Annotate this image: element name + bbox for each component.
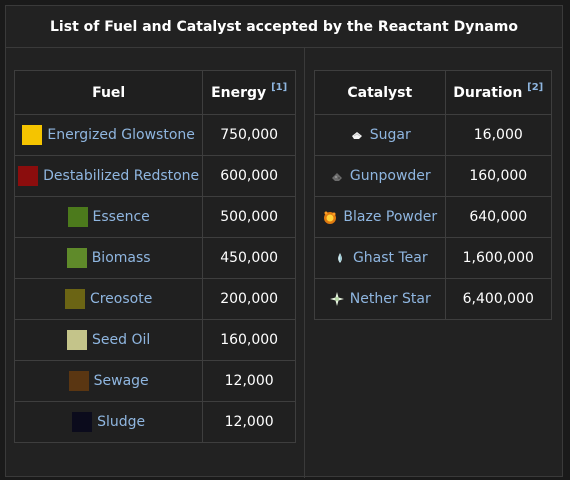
catalyst-name-cell: Ghast Tear: [314, 237, 446, 279]
fuel-name-cell: Sludge: [13, 401, 204, 443]
fuel-header-row: Fuel Energy [1]: [13, 70, 296, 115]
fuel-row: Energized Glowstone 750,000: [13, 114, 296, 156]
duration-value: 16,000: [444, 114, 553, 156]
catalyst-row: Ghast Tear 1,600,000: [314, 237, 553, 279]
energy-value: 450,000: [202, 237, 296, 279]
sugar-icon[interactable]: [349, 127, 365, 143]
fuel-name-cell: Seed Oil: [13, 319, 204, 361]
biomass-icon[interactable]: [66, 248, 87, 268]
catalyst-name-link[interactable]: Ghast Tear: [353, 250, 428, 266]
energy-ref-link[interactable]: [1]: [271, 82, 287, 93]
catalyst-header-row: Catalyst Duration [2]: [314, 70, 553, 115]
fuel-header: Fuel: [13, 70, 204, 115]
energized-glowstone-icon[interactable]: [22, 125, 43, 145]
fuel-header-label: Fuel: [92, 84, 126, 101]
destabilized-redstone-icon[interactable]: [18, 166, 39, 186]
duration-ref-link[interactable]: [2]: [527, 82, 543, 93]
catalyst-row: Sugar 16,000: [314, 114, 553, 156]
seed-oil-icon[interactable]: [67, 330, 88, 350]
catalyst-table: Catalyst Duration [2] Sugar 16,000 Gunpowd…: [314, 70, 553, 320]
fuel-name-link[interactable]: Seed Oil: [92, 332, 150, 348]
sewage-icon[interactable]: [68, 371, 89, 391]
energy-value: 12,000: [202, 360, 296, 402]
fuel-name-cell: Destabilized Redstone: [13, 155, 204, 197]
energy-header-label: Energy: [211, 84, 267, 101]
duration-header-label: Duration: [453, 84, 523, 101]
catalyst-name-link[interactable]: Blaze Powder: [343, 209, 437, 225]
fuel-name-cell: Biomass: [13, 237, 204, 279]
fuel-table: Fuel Energy [1] Energized Glowstone 750,0…: [13, 70, 296, 443]
duration-value: 1,600,000: [444, 237, 553, 279]
fuel-name-link[interactable]: Energized Glowstone: [47, 127, 195, 143]
catalyst-name-cell: Blaze Powder: [314, 196, 446, 238]
fuel-name-cell: Energized Glowstone: [13, 114, 204, 156]
fuel-row: Biomass 450,000: [13, 237, 296, 279]
gunpowder-icon[interactable]: [329, 168, 345, 184]
fuel-row: Sewage 12,000: [13, 360, 296, 402]
fuel-name-cell: Sewage: [13, 360, 204, 402]
sludge-icon[interactable]: [72, 412, 93, 432]
creosote-icon[interactable]: [64, 289, 85, 309]
duration-value: 6,400,000: [444, 278, 553, 320]
fuel-name-link[interactable]: Essence: [93, 209, 150, 225]
catalyst-name-link[interactable]: Nether Star: [350, 291, 431, 307]
fuel-name-link[interactable]: Sludge: [97, 414, 145, 430]
fuel-row: Creosote 200,000: [13, 278, 296, 320]
catalyst-name-cell: Sugar: [314, 114, 446, 156]
energy-value: 600,000: [202, 155, 296, 197]
duration-value: 640,000: [444, 196, 553, 238]
energy-value: 500,000: [202, 196, 296, 238]
ghast-tear-icon[interactable]: [332, 250, 348, 266]
fuel-name-cell: Essence: [13, 196, 204, 238]
catalyst-row: Gunpowder 160,000: [314, 155, 553, 197]
fuel-name-link[interactable]: Destabilized Redstone: [43, 168, 199, 184]
energy-value: 160,000: [202, 319, 296, 361]
duration-value: 160,000: [444, 155, 553, 197]
energy-value: 750,000: [202, 114, 296, 156]
blaze-powder-icon[interactable]: [322, 209, 338, 225]
catalyst-name-link[interactable]: Gunpowder: [350, 168, 431, 184]
fuel-name-link[interactable]: Creosote: [90, 291, 152, 307]
catalyst-header-label: Catalyst: [347, 84, 413, 101]
catalyst-name-link[interactable]: Sugar: [370, 127, 411, 143]
catalyst-header: Catalyst: [314, 70, 446, 115]
energy-value: 200,000: [202, 278, 296, 320]
catalyst-row: Nether Star 6,400,000: [314, 278, 553, 320]
catalyst-name-cell: Gunpowder: [314, 155, 446, 197]
infobox-frame: List of Fuel and Catalyst accepted by th…: [5, 5, 563, 478]
energy-header: Energy [1]: [202, 70, 296, 115]
column-divider: [304, 48, 305, 478]
duration-header: Duration [2]: [444, 70, 553, 115]
fuel-name-cell: Creosote: [13, 278, 204, 320]
fuel-row: Essence 500,000: [13, 196, 296, 238]
catalyst-name-cell: Nether Star: [314, 278, 446, 320]
catalyst-row: Blaze Powder 640,000: [314, 196, 553, 238]
energy-value: 12,000: [202, 401, 296, 443]
fuel-name-link[interactable]: Biomass: [92, 250, 151, 266]
essence-icon[interactable]: [67, 207, 88, 227]
fuel-row: Sludge 12,000: [13, 401, 296, 443]
nether-star-icon[interactable]: [329, 291, 345, 307]
page-title: List of Fuel and Catalyst accepted by th…: [6, 6, 562, 48]
fuel-name-link[interactable]: Sewage: [94, 373, 149, 389]
fuel-row: Destabilized Redstone 600,000: [13, 155, 296, 197]
fuel-row: Seed Oil 160,000: [13, 319, 296, 361]
